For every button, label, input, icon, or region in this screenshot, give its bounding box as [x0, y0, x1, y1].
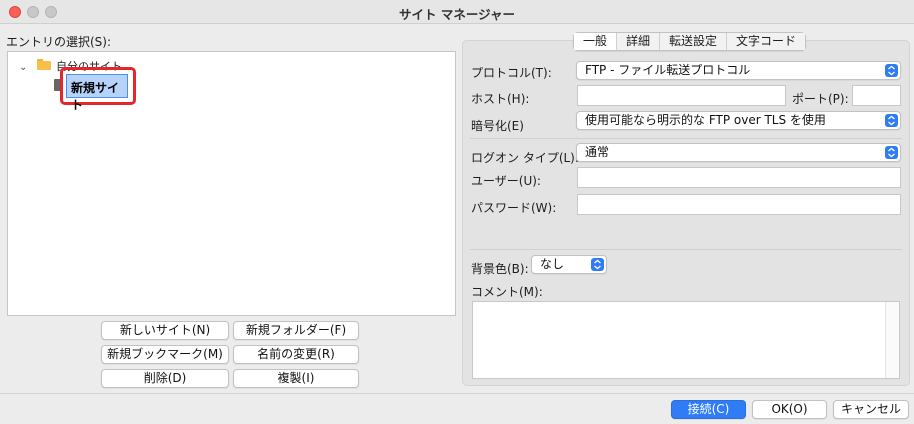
user-input[interactable] — [577, 167, 901, 188]
site-tree[interactable]: ⌄ 自分のサイト 新規サイト — [7, 51, 456, 316]
window-title: サイト マネージャー — [399, 7, 515, 22]
comment-label: コメント(M): — [471, 285, 543, 299]
logon-type-label: ログオン タイプ(L): — [471, 151, 579, 165]
port-input[interactable] — [852, 85, 901, 106]
title-bar: サイト マネージャー — [0, 0, 914, 24]
select-stepper-icon — [591, 258, 604, 271]
delete-button[interactable]: 削除(D) — [101, 369, 229, 388]
comment-scrollbar[interactable] — [885, 302, 899, 378]
divider — [470, 138, 902, 139]
port-label: ポート(P): — [792, 92, 849, 106]
host-label: ホスト(H): — [471, 92, 530, 106]
tree-item-new-site[interactable]: 新規サイト — [66, 74, 128, 112]
tab-transfer-settings[interactable]: 転送設定 — [660, 33, 728, 50]
encryption-select[interactable]: 使用可能なら明示的な FTP over TLS を使用 — [576, 111, 901, 130]
tab-charset[interactable]: 文字コード — [727, 33, 806, 50]
entry-select-label: エントリの選択(S): — [6, 35, 112, 49]
connect-button[interactable]: 接続(C) — [671, 400, 746, 419]
footer-divider — [0, 393, 914, 394]
password-label: パスワード(W): — [471, 201, 557, 215]
encryption-label: 暗号化(E) — [471, 119, 524, 133]
protocol-select[interactable]: FTP - ファイル転送プロトコル — [576, 61, 901, 80]
new-site-button[interactable]: 新しいサイト(N) — [101, 321, 229, 340]
user-label: ユーザー(U): — [471, 174, 541, 188]
new-bookmark-button[interactable]: 新規ブックマーク(M) — [101, 345, 229, 364]
select-stepper-icon — [885, 114, 898, 127]
logon-type-value: 通常 — [585, 145, 610, 159]
settings-tabs: 一般 詳細 転送設定 文字コード — [573, 32, 807, 51]
protocol-value: FTP - ファイル転送プロトコル — [585, 63, 751, 77]
cancel-button[interactable]: キャンセル — [833, 400, 909, 419]
folder-icon — [37, 59, 51, 70]
protocol-label: プロトコル(T): — [471, 66, 552, 80]
ok-button[interactable]: OK(O) — [752, 400, 827, 419]
new-folder-button[interactable]: 新規フォルダー(F) — [233, 321, 359, 340]
divider — [470, 249, 902, 250]
select-stepper-icon — [885, 146, 898, 159]
logon-type-select[interactable]: 通常 — [576, 143, 901, 162]
tab-advanced[interactable]: 詳細 — [617, 33, 661, 50]
duplicate-button[interactable]: 複製(I) — [233, 369, 359, 388]
tab-general[interactable]: 一般 — [574, 33, 618, 50]
password-input[interactable] — [577, 194, 901, 215]
host-input[interactable] — [577, 85, 786, 106]
select-stepper-icon — [885, 64, 898, 77]
encryption-value: 使用可能なら明示的な FTP over TLS を使用 — [585, 113, 826, 127]
comment-textarea[interactable] — [472, 301, 900, 379]
rename-button[interactable]: 名前の変更(R) — [233, 345, 359, 364]
chevron-down-icon[interactable]: ⌄ — [19, 62, 27, 73]
background-color-value: なし — [540, 257, 565, 271]
background-color-select[interactable]: なし — [531, 255, 607, 274]
background-color-label: 背景色(B): — [471, 262, 529, 276]
